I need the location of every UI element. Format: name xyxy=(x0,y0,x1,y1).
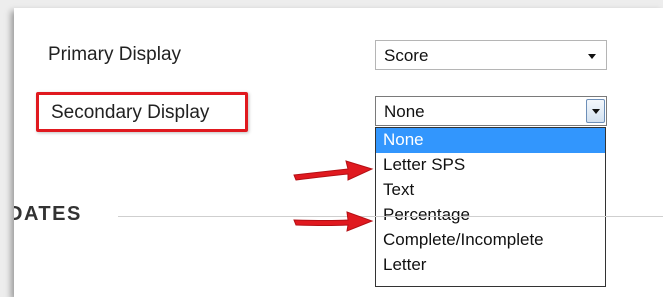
option-complete-incomplete[interactable]: Complete/Incomplete xyxy=(376,228,605,253)
primary-display-select[interactable]: Score xyxy=(375,40,607,70)
option-letter[interactable]: Letter xyxy=(376,253,605,278)
red-arrow-icon xyxy=(293,160,374,181)
option-text[interactable]: Text xyxy=(376,178,605,203)
secondary-display-value: None xyxy=(384,102,425,121)
dropdown-toggle-button[interactable] xyxy=(586,99,605,123)
option-letter-sps[interactable]: Letter SPS xyxy=(376,153,605,178)
primary-display-label: Primary Display xyxy=(48,44,182,65)
chevron-down-icon xyxy=(588,54,596,59)
secondary-display-select[interactable]: None xyxy=(375,96,607,126)
secondary-display-listbox[interactable]: None Letter SPS Text Percentage Complete… xyxy=(375,127,606,287)
option-none[interactable]: None xyxy=(376,128,605,153)
section-divider xyxy=(118,216,663,217)
settings-panel: Primary Display Score Secondary Display … xyxy=(14,8,663,297)
red-arrow-icon xyxy=(293,211,374,232)
secondary-display-highlight: Secondary Display xyxy=(36,92,248,132)
secondary-display-label: Secondary Display xyxy=(51,102,210,123)
chevron-down-icon xyxy=(592,109,600,114)
section-heading: DATES xyxy=(14,203,82,225)
primary-display-value: Score xyxy=(384,46,429,65)
